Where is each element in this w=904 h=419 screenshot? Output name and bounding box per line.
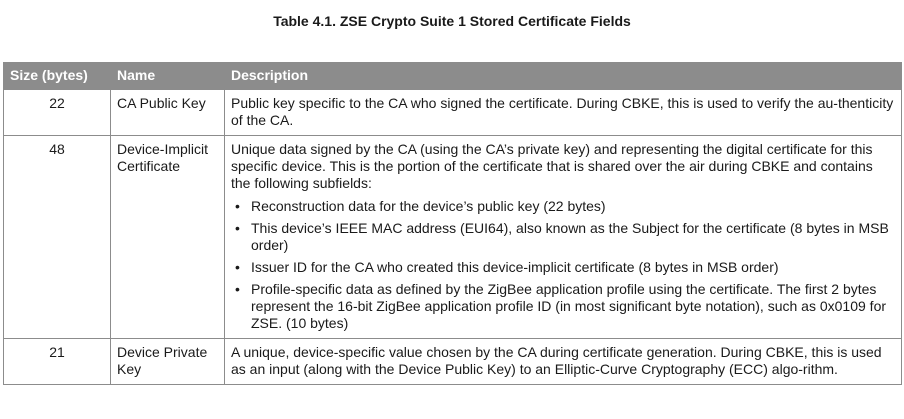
cell-name: CA Public Key [110,89,225,136]
description-text: A unique, device-specific value chosen b… [231,344,882,377]
certificate-fields-table: Size (bytes) Name Description 22 CA Publ… [3,62,902,385]
cell-size: 21 [3,338,111,385]
cell-description: A unique, device-specific value chosen b… [224,338,902,385]
list-item-text: Reconstruction data for the device’s pub… [251,198,606,214]
cell-description: Unique data signed by the CA (using the … [224,135,902,339]
subfield-list: • Reconstruction data for the device’s p… [231,198,895,332]
bullet-icon: • [235,198,240,214]
cell-name: Device-Implicit Certificate [110,135,225,339]
list-item: • Issuer ID for the CA who created this … [231,259,895,276]
list-item: • This device’s IEEE MAC address (EUI64)… [231,220,895,254]
list-item: • Profile-specific data as defined by th… [231,281,895,332]
cell-size: 22 [3,89,111,136]
bullet-icon: • [235,259,240,275]
cell-size: 48 [3,135,111,339]
table-row: 21 Device Private Key A unique, device-s… [3,338,902,385]
list-item-text: Issuer ID for the CA who created this de… [251,259,779,275]
table-row: 22 CA Public Key Public key specific to … [3,89,902,136]
header-size: Size (bytes) [3,62,111,90]
list-item-text: Profile-specific data as defined by the … [251,281,887,331]
bullet-icon: • [235,281,240,297]
list-item: • Reconstruction data for the device’s p… [231,198,895,215]
table-header-row: Size (bytes) Name Description [3,62,902,90]
table-row: 48 Device-Implicit Certificate Unique da… [3,135,902,339]
bullet-icon: • [235,220,240,236]
cell-name: Device Private Key [110,338,225,385]
description-text: Public key specific to the CA who signed… [231,95,894,128]
table-caption: Table 4.1. ZSE Crypto Suite 1 Stored Cer… [273,13,631,29]
description-text: Unique data signed by the CA (using the … [231,141,873,191]
cell-description: Public key specific to the CA who signed… [224,89,902,136]
header-description: Description [224,62,902,90]
header-name: Name [110,62,225,90]
list-item-text: This device’s IEEE MAC address (EUI64), … [251,220,889,253]
